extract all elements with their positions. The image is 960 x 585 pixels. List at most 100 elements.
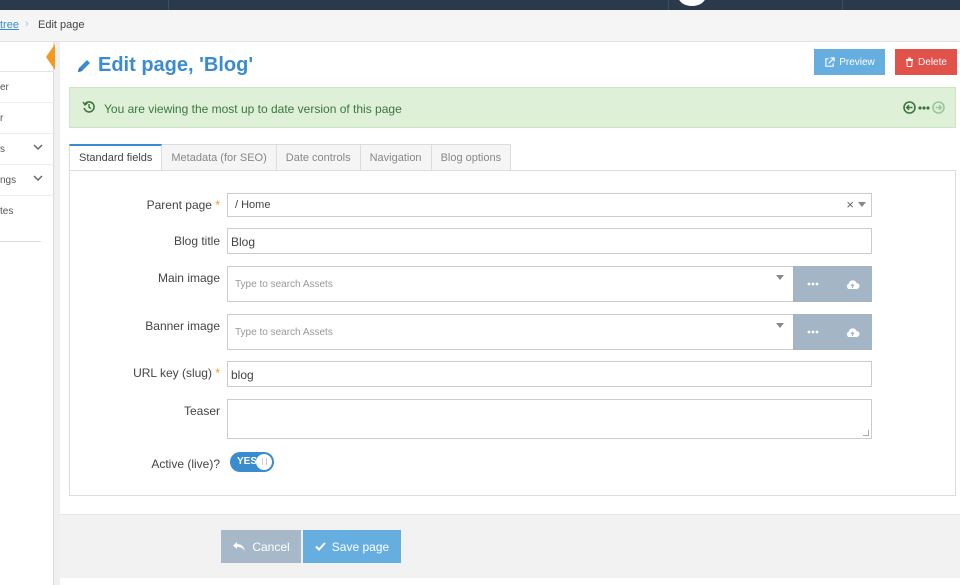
delete-label: Delete	[918, 56, 947, 68]
tab-date-controls[interactable]: Date controls	[276, 144, 361, 171]
blog-title-value: Blog	[231, 235, 256, 249]
breadcrumb: tree › Edit page	[0, 10, 960, 42]
banner-image-placeholder: Type to search Assets	[235, 327, 333, 338]
cloud-upload-icon	[846, 279, 860, 289]
ellipsis-icon	[807, 330, 819, 334]
blog-title-label: Blog title	[70, 234, 220, 248]
sidebar-item[interactable]: tes	[0, 196, 53, 227]
navbar-divider	[842, 0, 843, 10]
upload-asset-button[interactable]	[833, 266, 873, 302]
version-dots-icon	[918, 105, 930, 110]
sidebar: er r s ngs tes	[0, 42, 55, 585]
version-navigation	[903, 101, 945, 114]
form-tabs: Standard fields Metadata (for SEO) Date …	[69, 144, 512, 171]
teaser-label: Teaser	[70, 404, 220, 418]
main-image-field[interactable]: Type to search Assets	[227, 266, 872, 302]
preview-button[interactable]: Preview	[814, 49, 885, 75]
blog-title-input[interactable]: Blog	[227, 228, 872, 254]
active-toggle[interactable]: YES	[230, 452, 274, 472]
trash-icon	[906, 57, 914, 67]
browse-assets-button[interactable]	[793, 314, 833, 350]
user-avatar[interactable]	[678, 0, 706, 6]
navbar-divider	[168, 0, 169, 10]
browse-assets-button[interactable]	[793, 266, 833, 302]
version-notice-text: You are viewing the most up to date vers…	[104, 102, 402, 116]
required-marker: *	[215, 366, 220, 380]
previous-version-icon[interactable]	[903, 101, 916, 114]
undo-icon	[233, 542, 246, 551]
cloud-upload-icon	[846, 327, 860, 337]
sidebar-item[interactable]: er	[0, 72, 53, 103]
resize-handle[interactable]	[863, 430, 869, 436]
sidebar-header	[0, 42, 55, 72]
main-image-placeholder: Type to search Assets	[235, 279, 333, 290]
chevron-down-icon	[33, 173, 43, 186]
navbar-divider	[668, 0, 669, 10]
tab-navigation[interactable]: Navigation	[360, 144, 432, 171]
preview-label: Preview	[839, 56, 875, 68]
tab-blog-options[interactable]: Blog options	[431, 144, 512, 171]
check-icon	[315, 542, 326, 551]
main-content: Edit page, 'Blog' Preview Delete You are…	[60, 42, 960, 585]
upload-asset-button[interactable]	[833, 314, 873, 350]
standard-fields-panel: Parent page * / Home × Blog title Blog M…	[69, 170, 956, 496]
active-label: Active (live)?	[70, 457, 220, 471]
sidebar-item[interactable]: r	[0, 103, 53, 134]
url-key-label-text: URL key (slug)	[133, 366, 212, 380]
caret-down-icon[interactable]	[858, 202, 866, 207]
version-notice: You are viewing the most up to date vers…	[69, 87, 956, 128]
sidebar-collapse-tab[interactable]	[46, 44, 55, 70]
delete-button[interactable]: Delete	[895, 49, 957, 75]
cancel-button[interactable]: Cancel	[221, 530, 301, 563]
sidebar-item-label: s	[0, 144, 5, 155]
parent-page-select[interactable]: / Home ×	[227, 193, 872, 217]
form-footer: Cancel Save page	[60, 514, 960, 578]
parent-page-value: / Home	[235, 199, 271, 211]
blog-title-label-text: Blog title	[173, 234, 220, 248]
next-version-icon[interactable]	[932, 101, 945, 114]
page-title: Edit page, 'Blog'	[76, 54, 253, 77]
banner-image-actions	[793, 314, 872, 350]
url-key-label: URL key (slug) *	[70, 366, 220, 380]
teaser-label-text: Teaser	[183, 404, 220, 418]
sidebar-item[interactable]: s	[0, 134, 53, 165]
sidebar-item-label: ngs	[0, 175, 17, 186]
banner-image-label: Banner image	[70, 319, 220, 333]
parent-page-label: Parent page *	[70, 198, 220, 212]
main-image-label-text: Main image	[157, 271, 220, 285]
page-title-text: Edit page, 'Blog'	[98, 54, 254, 76]
breadcrumb-link-tree[interactable]: tree	[0, 19, 19, 31]
tab-metadata[interactable]: Metadata (for SEO)	[162, 144, 277, 171]
breadcrumb-current: Edit page	[38, 19, 85, 31]
caret-down-icon[interactable]	[776, 275, 784, 280]
breadcrumb-separator: ›	[25, 18, 29, 30]
history-icon	[82, 101, 95, 113]
clear-icon[interactable]: ×	[846, 197, 854, 212]
pencil-icon	[78, 59, 90, 72]
required-marker: *	[215, 198, 220, 212]
chevron-down-icon	[33, 142, 43, 155]
external-link-icon	[825, 56, 835, 67]
tab-standard-fields[interactable]: Standard fields	[69, 144, 163, 171]
cancel-label: Cancel	[252, 539, 290, 554]
banner-image-field[interactable]: Type to search Assets	[227, 314, 872, 350]
toggle-text: YES	[237, 456, 258, 467]
url-key-value: blog	[231, 368, 254, 382]
active-label-text: Active (live)?	[151, 457, 220, 471]
ellipsis-icon	[807, 282, 819, 286]
main-image-label: Main image	[70, 271, 220, 285]
teaser-textarea[interactable]	[227, 399, 872, 439]
banner-image-label-text: Banner image	[145, 319, 220, 333]
top-navbar	[0, 0, 960, 10]
save-button[interactable]: Save page	[303, 530, 401, 563]
sidebar-divider	[0, 241, 41, 242]
sidebar-item[interactable]: ngs	[0, 165, 53, 196]
parent-page-label-text: Parent page	[146, 198, 212, 212]
main-image-actions	[793, 266, 872, 302]
save-label: Save page	[331, 539, 390, 554]
sidebar-item-label: er	[0, 82, 9, 93]
toggle-knob	[256, 454, 272, 470]
caret-down-icon[interactable]	[776, 323, 784, 328]
url-key-input[interactable]: blog	[227, 361, 872, 387]
sidebar-item-label: r	[0, 113, 4, 124]
